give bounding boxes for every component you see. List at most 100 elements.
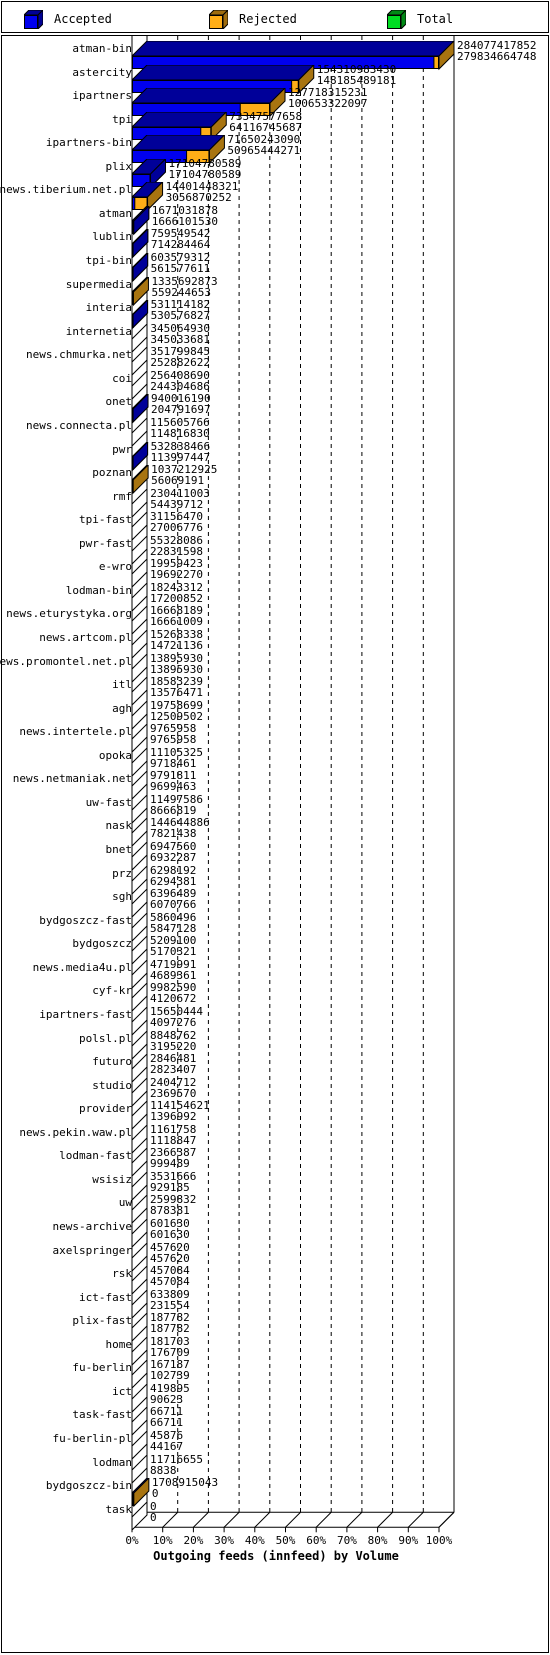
bar-row: task 0 0 (2, 1500, 550, 1531)
category-label: poznan (92, 466, 132, 480)
bar-row: bydgoszcz-fast 5860496 5847128 (2, 911, 550, 942)
bar-row: atman-bin 284077417852 279834664748 (2, 39, 550, 71)
bar-row: astercity 154310983430 148185489181 (2, 63, 550, 94)
accepted-value-label: 6932287 (150, 851, 197, 865)
x-tick-label: 40% (244, 1534, 265, 1548)
category-label: lodman (92, 1455, 132, 1469)
accepted-value-label: 64116745687 (229, 120, 303, 134)
category-label: lublin (92, 230, 132, 244)
category-label: agh (112, 701, 132, 715)
category-label: news.chmurka.net (26, 348, 132, 362)
accepted-value-label: 6294381 (150, 874, 197, 888)
bar-row: poznan 1037212925 56069191 (2, 463, 550, 495)
category-label: fu-berlin (72, 1361, 132, 1375)
accepted-value-label: 3056870252 (165, 191, 232, 205)
bar-row: tpi-bin 603579312 561577611 (2, 251, 550, 283)
category-label: coi (112, 371, 132, 385)
bar-row: ict 419895 90623 (2, 1382, 550, 1413)
category-label: e-wro (98, 560, 132, 574)
accepted-value-label: 5170321 (150, 945, 197, 959)
legend-label: Rejected (239, 12, 297, 26)
bar-row: sgh 6396489 6070766 (2, 887, 550, 918)
bar-row: interia 531114182 530576827 (2, 298, 550, 330)
category-label: news.intertele.pl (19, 725, 132, 739)
bar-row: ipartners-bin 71650243090 50965444271 (2, 133, 550, 165)
category-label: sgh (112, 890, 132, 904)
chart-page: Accepted Rejected Total atman-bin 284077… (0, 0, 550, 1655)
bar-row: news.intertele.pl 9765958 9765958 (2, 722, 550, 753)
category-label: news-archive (52, 1220, 132, 1233)
bar-row: opoka 11105325 9718461 (2, 746, 550, 777)
accepted-value-label: 17200852 (150, 591, 203, 605)
category-label: astercity (72, 65, 132, 79)
bar-row: plix 17104780589 17104780589 (2, 157, 550, 189)
bar-rows: atman-bin 284077417852 279834664748 asterci… (0, 36, 550, 1654)
bar-row: axelspringer 457620 457620 (2, 1241, 550, 1272)
x-tick-label: 100% (425, 1534, 453, 1548)
category-label: pwr (112, 442, 132, 456)
category-label: lodman-bin (65, 583, 132, 597)
accepted-value-label: 113997447 (150, 450, 211, 464)
accepted-value-label: 90623 (150, 1392, 184, 1406)
bar-row: lodman-fast 2366387 999489 (2, 1146, 550, 1178)
legend: Accepted Rejected Total (1, 1, 549, 33)
bar-row: bydgoszcz 5209100 5170321 (2, 934, 550, 965)
accepted-value-label: 176709 (150, 1345, 190, 1359)
category-label: supermedia (65, 277, 132, 291)
accepted-value-label: 6070766 (150, 898, 197, 912)
bar-row: news.pekin.waw.pl 1161758 1118847 (2, 1123, 550, 1154)
accepted-value-label: 4120672 (150, 992, 197, 1006)
bar-row: ict-fast 633809 231554 (2, 1288, 550, 1319)
category-label: bnet (105, 843, 133, 857)
bar-row: rmf 230411003 54439712 (2, 486, 550, 518)
category-label: internetia (65, 324, 132, 338)
category-label: uw-fast (85, 795, 132, 809)
total-value-label: 11716655 (150, 1452, 203, 1466)
category-label: bydgoszcz-bin (45, 1479, 132, 1493)
total-value-label: 6298192 (150, 863, 197, 877)
x-tick-label: 20% (183, 1534, 204, 1548)
cube-icon (209, 9, 228, 29)
accepted-value-label: 1118847 (150, 1133, 197, 1147)
accepted-value-label: 878381 (150, 1204, 190, 1218)
bar-row: rsk 457084 457084 (2, 1264, 550, 1295)
legend-label: Total (417, 12, 454, 26)
cube-icon (24, 9, 43, 29)
category-label: ict-fast (79, 1290, 132, 1304)
category-label: ipartners-bin (45, 136, 132, 150)
accepted-value-label: 4689361 (150, 968, 197, 982)
accepted-value-label: 559244653 (151, 285, 212, 299)
bar-row: e-wro 19959423 19692270 (2, 557, 550, 589)
bar-row: supermedia 1335692873 559244653 (2, 275, 550, 306)
accepted-value-label: 16661009 (150, 615, 203, 629)
category-label: news.promontel.net.pl (0, 654, 132, 668)
bar-row: home 181703 176709 (2, 1335, 550, 1366)
accepted-value-label: 17104780589 (168, 167, 242, 181)
category-label: lodman-fast (59, 1149, 132, 1163)
accepted-value-label: 561577611 (150, 262, 211, 276)
bar-row: news.tiberium.net.pl 14401448321 305687025… (0, 180, 550, 212)
bar-row: task-fast 66711 66711 (2, 1405, 550, 1437)
bar-row: ipartners 127718315231 100653322097 (2, 86, 550, 118)
accepted-value-label: 457084 (150, 1275, 190, 1289)
accepted-value-label: 102739 (150, 1369, 190, 1383)
bar-row: cyf-kr 9982590 4120672 (2, 981, 550, 1013)
bar-row: news.chmurka.net 351799845 252882622 (2, 345, 550, 376)
bar-row: news.connecta.pl 115605766 114816830 (2, 416, 550, 447)
accepted-value-label: 0 (151, 1487, 159, 1501)
category-label: uw (118, 1196, 132, 1210)
bar-row: coi 256408690 244304686 (2, 369, 550, 400)
accepted-value-label: 148185489181 (316, 73, 397, 87)
accepted-value-label: 44167 (150, 1440, 184, 1454)
total-value-label: 532838466 (150, 439, 211, 453)
category-label: news.connecta.pl (26, 418, 132, 432)
accepted-value-label: 7821438 (150, 827, 197, 841)
total-value-label: 230411003 (150, 486, 210, 500)
category-label: news.tiberium.net.pl (0, 183, 132, 197)
category-label: ipartners-fast (39, 1007, 132, 1021)
bar-row: nask 144644886 7821438 (2, 816, 550, 848)
bar-row: uw 2599832 878381 (2, 1193, 550, 1225)
accepted-value-label: 9699463 (150, 780, 197, 794)
category-label: bydgoszcz (72, 937, 132, 951)
accepted-value-label: 601630 (150, 1228, 190, 1241)
